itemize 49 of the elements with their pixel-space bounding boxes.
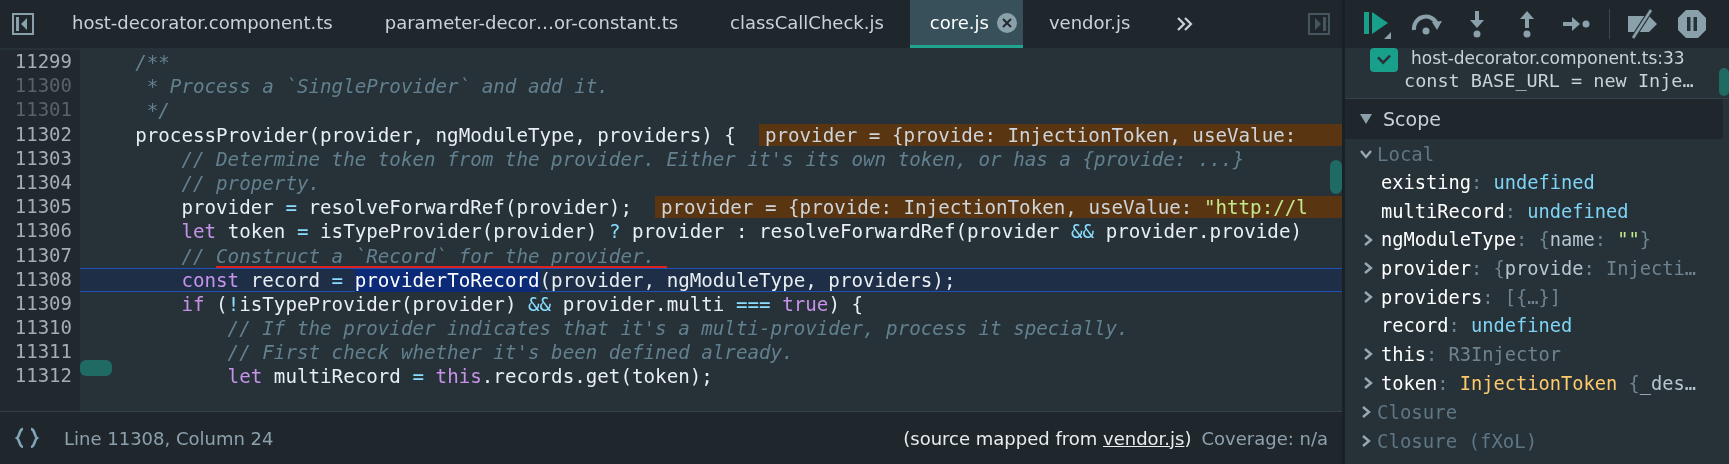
file-tab[interactable]: core.js [909, 0, 1023, 48]
line-number[interactable]: 11304 [0, 170, 80, 196]
scope-variable[interactable]: multiRecord: undefined [1381, 200, 1629, 222]
line-number[interactable]: 11303 [0, 146, 80, 171]
code-text: // property. [180, 171, 321, 195]
line-number[interactable]: 11310 [0, 316, 80, 341]
code-text: */ [145, 99, 170, 122]
source-link[interactable]: vendor.js [1103, 427, 1185, 449]
scope-title: Scope [1383, 108, 1441, 130]
coverage-label: Coverage: n/a [1201, 427, 1328, 449]
inline-value: provider = {provide: InjectionToken, useValue: [758, 123, 1342, 146]
scope-variable[interactable]: record: undefined [1381, 315, 1573, 337]
line-number[interactable]: 11299 [0, 50, 80, 75]
scope-variable[interactable]: this: R3Injector [1381, 343, 1562, 365]
line-number[interactable]: 11312 [0, 364, 80, 389]
file-tab[interactable]: host-decorator.component.ts [46, 0, 359, 48]
code-text: const record = providerToRecord(provider, ngModuleType, providers); [180, 268, 956, 291]
code-text: * Process a `SingleProvider` and add it. [145, 75, 609, 98]
line-number[interactable]: 11305 [0, 195, 80, 220]
code-text: /** [134, 51, 170, 74]
line-number[interactable]: 11311 [0, 340, 80, 365]
code-text: provider = resolveForwardRef(provider); [180, 196, 632, 219]
cursor-position: Line 11308, Column 24 [64, 427, 274, 449]
breakpoint-location[interactable]: host-decorator.component.ts:33 [1411, 48, 1685, 69]
code-text: // First check whether it's been defined already. [226, 341, 794, 364]
line-number[interactable]: 11307 [0, 243, 80, 268]
code-text: if (!isTypeProvider(provider) && provider.multi === true) { [180, 292, 864, 316]
scope-variable[interactable]: providers: [{…}] [1381, 286, 1562, 308]
file-tab[interactable]: parameter-decor…or-constant.ts [358, 0, 705, 48]
inline-value: provider = {provide: InjectionToken, useValue: "http://l [654, 196, 1342, 219]
line-number[interactable]: 11308 [0, 267, 80, 292]
code-text: processProvider(provider, ngModuleType, providers) { [134, 123, 736, 146]
scope-variable[interactable]: token: InjectionToken {_des… [1381, 372, 1697, 394]
source-map-note: (source mapped from vendor.js) [903, 427, 1192, 449]
line-number[interactable]: 11309 [0, 291, 80, 317]
scope-variable[interactable]: ngModuleType: {name: ""} [1381, 229, 1652, 251]
breakpoint-code: const BASE_URL = new Inje… [1404, 69, 1694, 93]
code-text: let multiRecord = this.records.get(token); [226, 365, 713, 388]
line-number[interactable]: 11306 [0, 219, 80, 244]
code-text: let token = isTypeProvider(provider) ? provider : resolveForwardRef(provider && provider.provide) [180, 220, 1302, 243]
scope-header[interactable]: Scope [1345, 99, 1723, 139]
file-tab[interactable]: classCallCheck.js [704, 0, 910, 48]
file-tab[interactable]: vendor.js [1022, 0, 1157, 48]
scope-variable[interactable]: provider: {provide: Injecti… [1381, 257, 1697, 279]
scope-variable[interactable]: existing: undefined [1381, 171, 1595, 193]
code-text: // Construct a `Record` for the provider. [180, 244, 656, 267]
code-text: // If the provider indicates that it's a multi-provider, process it specially. [226, 317, 1129, 340]
line-number[interactable]: 11302 [0, 122, 80, 147]
code-text: // Determine the token from the provider. Either it's its own token, or has a {provide: ...} [180, 147, 1245, 170]
